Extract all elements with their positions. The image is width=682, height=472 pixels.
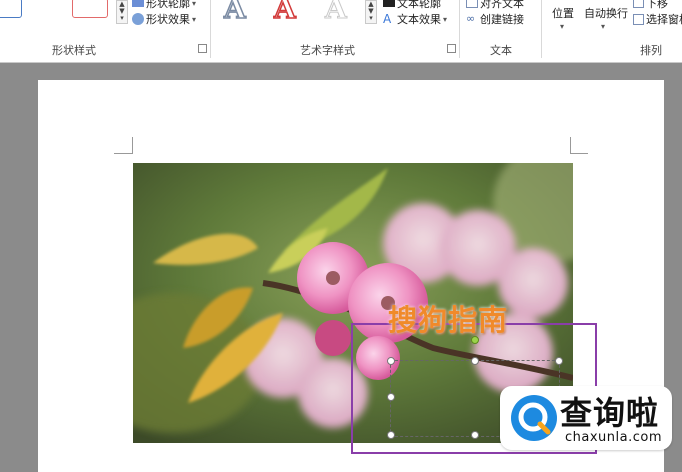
wordart-style-2[interactable]: A (273, 0, 296, 26)
position-button[interactable]: 位置 (552, 5, 574, 21)
crop-mark (570, 137, 571, 154)
selection-pane-icon (633, 13, 644, 25)
link-icon: ∞ (466, 12, 476, 25)
send-backward-icon (633, 0, 644, 8)
send-backward-label: 下移 (646, 0, 668, 10)
resize-handle[interactable] (555, 357, 563, 365)
text-effects-button[interactable]: A 文本效果 ▾ (383, 11, 447, 27)
send-backward-button[interactable]: 下移 (633, 0, 668, 11)
shape-effects-icon (132, 13, 144, 25)
dialog-launcher-icon[interactable] (447, 44, 456, 53)
wordart-styles-group-label: 艺术字样式 (300, 44, 355, 57)
wordart-style-1[interactable]: A (223, 0, 246, 26)
shape-effects-button[interactable]: 形状效果 ▾ (132, 11, 196, 27)
wordart-text[interactable]: 搜狗指南 (388, 297, 508, 339)
group-separator (459, 0, 460, 58)
shape-styles-group-label: 形状样式 (52, 44, 96, 57)
shape-outline-button[interactable]: 形状轮廓 ▾ (132, 0, 196, 11)
resize-handle[interactable] (471, 357, 479, 365)
dialog-launcher-icon[interactable] (198, 44, 207, 53)
resize-handle[interactable] (387, 357, 395, 365)
wrap-text-label: 自动换行 (584, 7, 628, 20)
wrap-text-button[interactable]: 自动换行 (584, 5, 628, 21)
resize-handle[interactable] (387, 393, 395, 401)
arrange-group-label: 排列 (640, 44, 662, 57)
chevron-down-icon: ▾ (192, 14, 197, 24)
text-effects-label: 文本效果 (397, 13, 441, 26)
align-text-label: 对齐文本 (480, 0, 524, 10)
position-label: 位置 (552, 7, 574, 20)
crop-mark (132, 137, 133, 154)
chevron-down-icon: ▾ (601, 22, 606, 31)
chevron-down-icon: ▾ (192, 0, 197, 8)
logo-name: 查询啦 (560, 394, 660, 432)
text-group-label: 文本 (490, 44, 512, 57)
create-link-label: 创建链接 (480, 13, 524, 26)
shape-effects-label: 形状效果 (146, 13, 190, 26)
pen-icon (132, 0, 144, 7)
logo-domain: chaxunla.com (565, 430, 662, 445)
selection-pane-label: 选择窗格 (646, 13, 682, 26)
shape-style-sample-1[interactable] (0, 0, 22, 18)
resize-handle[interactable] (387, 431, 395, 439)
shape-styles-scroll[interactable]: ▲ ▼ ▾ (116, 0, 128, 24)
text-outline-button[interactable]: 文本轮廓 (383, 0, 441, 11)
resize-handle[interactable] (471, 431, 479, 439)
group-separator (541, 0, 542, 58)
chaxunla-logo: 查询啦 chaxunla.com (500, 386, 672, 450)
search-q-icon (511, 395, 557, 441)
text-effects-icon: A (383, 12, 392, 26)
chevron-down-icon: ▾ (560, 22, 565, 31)
ribbon: ▲ ▼ ▾ 形状轮廓 ▾ 形状效果 ▾ 形状样式 A A A ▲ ▼ ▾ 文本轮廓 A … (0, 0, 682, 63)
group-separator (210, 0, 211, 58)
text-outline-icon (383, 0, 395, 7)
align-text-button[interactable]: 对齐文本 (466, 0, 524, 11)
text-outline-label: 文本轮廓 (397, 0, 441, 10)
wordart-styles-scroll[interactable]: ▲ ▼ ▾ (365, 0, 377, 24)
align-text-icon (466, 0, 478, 8)
shape-style-sample-2[interactable] (72, 0, 108, 18)
crop-mark (114, 153, 132, 154)
create-link-button[interactable]: ∞ 创建链接 (466, 11, 524, 27)
crop-mark (570, 153, 588, 154)
chevron-down-icon: ▾ (443, 14, 448, 24)
selection-pane-button[interactable]: 选择窗格 (633, 11, 682, 27)
shape-outline-label: 形状轮廓 (146, 0, 190, 10)
wordart-style-3[interactable]: A (325, 0, 348, 26)
